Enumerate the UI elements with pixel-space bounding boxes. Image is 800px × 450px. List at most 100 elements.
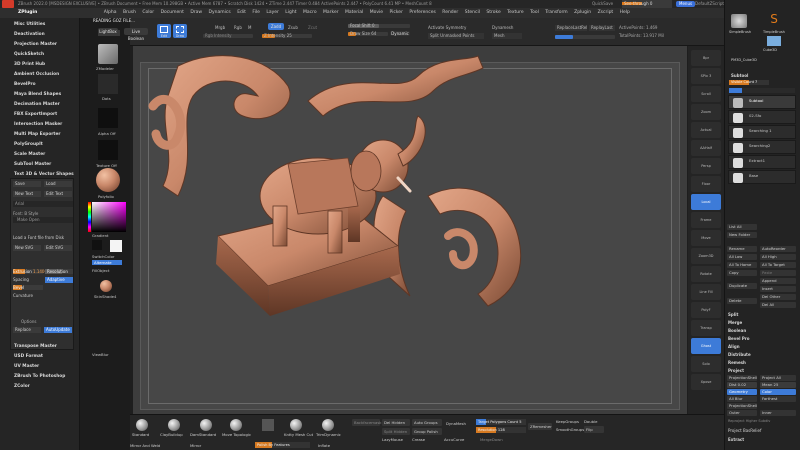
plugin-quicksketch[interactable]: QuickSketch bbox=[14, 52, 44, 57]
plugin-projection-master[interactable]: Projection Master bbox=[14, 42, 57, 47]
m-button[interactable]: M bbox=[248, 25, 251, 30]
projection-shell-button[interactable]: ProjectionShell bbox=[727, 375, 757, 381]
standard-brush-icon[interactable] bbox=[136, 419, 148, 431]
switchcolor-label[interactable]: SwitchColor bbox=[92, 254, 114, 259]
plugin-text3d-vector-shapes[interactable]: Text 3D & Vector Shapes bbox=[14, 172, 74, 177]
accucurve-button[interactable]: AccuCurve bbox=[444, 437, 464, 442]
all-to-target-button[interactable]: All To Target bbox=[760, 262, 796, 268]
new-folder-button[interactable]: New Folder bbox=[727, 232, 757, 238]
append-button[interactable]: Append bbox=[760, 278, 796, 284]
stroke-dots-icon[interactable] bbox=[98, 74, 118, 94]
plugin-multi-map-exporter[interactable]: Multi Map Exporter bbox=[14, 132, 61, 137]
mirror-and-weld-button[interactable]: Mirror And Weld bbox=[130, 443, 160, 448]
menu-item[interactable]: Movie bbox=[370, 8, 383, 18]
project-all-button[interactable]: Project All bbox=[760, 375, 796, 381]
color-toggle[interactable]: Color bbox=[760, 389, 796, 395]
double-button[interactable]: Double bbox=[584, 419, 597, 424]
menu-item[interactable]: Light bbox=[285, 8, 296, 18]
hue-strip[interactable] bbox=[88, 202, 91, 232]
load-font-button[interactable]: Load a Font file from Disk bbox=[13, 235, 64, 240]
replace-button[interactable]: Replace bbox=[13, 327, 41, 333]
backfacemask-button[interactable]: Backfacemask bbox=[352, 419, 382, 426]
inflate-slider[interactable]: Inflate bbox=[318, 443, 330, 448]
plugin-polygroupit[interactable]: PolyGroupIt bbox=[14, 142, 43, 147]
extract-menu[interactable]: Extract bbox=[728, 437, 744, 442]
menu-item[interactable]: Macro bbox=[303, 8, 317, 18]
simplebrush-thumbnail[interactable] bbox=[731, 14, 747, 28]
font-field[interactable]: Arial bbox=[13, 201, 73, 207]
draw-mode-button[interactable]: Draw bbox=[173, 24, 187, 38]
autoupdate-toggle[interactable]: AutoUpdate bbox=[44, 327, 72, 333]
plugin-misc-utilities[interactable]: Misc Utilities bbox=[14, 22, 45, 27]
viewblur-label[interactable]: ViewBlur bbox=[92, 352, 109, 357]
replay-last-button[interactable]: ReplayLast bbox=[589, 25, 615, 31]
plugin-zcolor[interactable]: ZColor bbox=[14, 384, 30, 389]
del-other-button[interactable]: Del Other bbox=[760, 294, 796, 300]
align-menu[interactable]: Align bbox=[728, 344, 740, 349]
plugin-3d-print-hub[interactable]: 3D Print Hub bbox=[14, 62, 45, 67]
primary-color-swatch[interactable] bbox=[110, 240, 122, 252]
texture-thumbnail[interactable] bbox=[98, 140, 118, 160]
bevel-pro-menu[interactable]: Bevel Pro bbox=[728, 336, 750, 341]
menu-item[interactable]: Preferences bbox=[409, 8, 435, 18]
outer-button[interactable]: Outer bbox=[727, 410, 757, 416]
project-basrelief-button[interactable]: Project BasRelief bbox=[728, 428, 761, 433]
default-zscript[interactable]: DefaultZScript bbox=[695, 0, 724, 8]
plugin-scale-master[interactable]: Scale Master bbox=[14, 152, 45, 157]
resolution-slider[interactable]: Resolution 128 bbox=[476, 427, 526, 433]
subtool-scrollbar[interactable] bbox=[729, 88, 795, 93]
mrgb-button[interactable]: Mrgb bbox=[215, 25, 225, 30]
menu-item[interactable]: File bbox=[252, 8, 260, 18]
alternate-toggle[interactable]: Alternate bbox=[92, 260, 122, 265]
menu-item[interactable]: Material bbox=[345, 8, 363, 18]
polish-by-features-slider[interactable]: Polish By Features bbox=[255, 442, 310, 448]
material-sphere-icon[interactable] bbox=[96, 168, 120, 192]
zmodeler-brush-icon[interactable] bbox=[98, 44, 118, 64]
secondary-color-swatch[interactable] bbox=[92, 240, 102, 250]
plugin-maya-blend-shapes[interactable]: Maya Blend Shapes bbox=[14, 92, 61, 97]
split-menu[interactable]: Split bbox=[728, 312, 738, 317]
crease-button[interactable]: Crease bbox=[412, 437, 425, 442]
smoothgroups-button[interactable]: SmoothGroups bbox=[556, 427, 584, 432]
boolean-menu[interactable]: Boolean bbox=[728, 328, 746, 333]
move-topologic-brush-icon[interactable] bbox=[230, 419, 242, 431]
fillobject-button[interactable]: FillObject bbox=[92, 268, 109, 273]
lazymouse-button[interactable]: LazyMouse bbox=[382, 437, 403, 442]
menu-item[interactable]: Picker bbox=[390, 8, 403, 18]
paste-button[interactable]: Paste bbox=[760, 270, 796, 276]
subtool-header[interactable]: Subtool bbox=[731, 73, 748, 78]
plugin-fbx-exportimport[interactable]: FBX ExportImport bbox=[14, 112, 57, 117]
all-blur-button[interactable]: All Blur bbox=[727, 396, 757, 402]
menu-zplugin-logo[interactable]: ZPlugin bbox=[18, 8, 37, 18]
project-menu[interactable]: Project bbox=[728, 368, 744, 373]
mesh-button[interactable]: Mesh bbox=[492, 33, 522, 39]
live-boolean-button[interactable]: Live Boolean bbox=[124, 28, 148, 41]
subtool-item[interactable]: Base bbox=[728, 170, 796, 184]
zsub-button[interactable]: Zsub bbox=[288, 25, 298, 30]
menu-item[interactable]: Edit bbox=[237, 8, 246, 18]
reproject-higher-subdiv[interactable]: Reproject Higher Subdiv bbox=[728, 419, 770, 423]
new-text-button[interactable]: New Text bbox=[13, 191, 41, 197]
color-picker[interactable] bbox=[92, 202, 126, 232]
edit-mode-button[interactable]: Edit bbox=[157, 24, 171, 38]
subtool-item[interactable]: Subtool bbox=[728, 95, 796, 109]
menu-item[interactable]: Alpha bbox=[104, 8, 117, 18]
menu-item[interactable]: Texture bbox=[507, 8, 523, 18]
zcut-button[interactable]: Zcut bbox=[308, 25, 317, 30]
dist-slider[interactable]: Dist 0.02 bbox=[727, 382, 757, 388]
all-low-button[interactable]: All Low bbox=[727, 254, 757, 260]
flip-button[interactable]: Flip bbox=[584, 426, 604, 433]
edit-text-button[interactable]: Edit Text bbox=[44, 191, 72, 197]
list-all-button[interactable]: List All bbox=[727, 224, 757, 230]
plugin-deactivation[interactable]: Deactivation bbox=[14, 32, 45, 37]
zadd-button[interactable]: Zadd bbox=[268, 23, 284, 30]
insert-button[interactable]: Insert bbox=[760, 286, 796, 292]
adaptive-toggle[interactable]: Adaptive bbox=[45, 277, 73, 283]
menu-item[interactable]: Help bbox=[620, 8, 630, 18]
load-button[interactable]: Load bbox=[44, 181, 72, 187]
menu-item[interactable]: Stroke bbox=[486, 8, 500, 18]
replace-last-rel-button[interactable]: ReplaceLastRel bbox=[555, 25, 587, 31]
plugin-transpose-master[interactable]: Transpose Master bbox=[14, 344, 57, 349]
remesh-menu[interactable]: Remesh bbox=[728, 360, 746, 365]
delete-button[interactable]: Delete bbox=[727, 298, 757, 304]
